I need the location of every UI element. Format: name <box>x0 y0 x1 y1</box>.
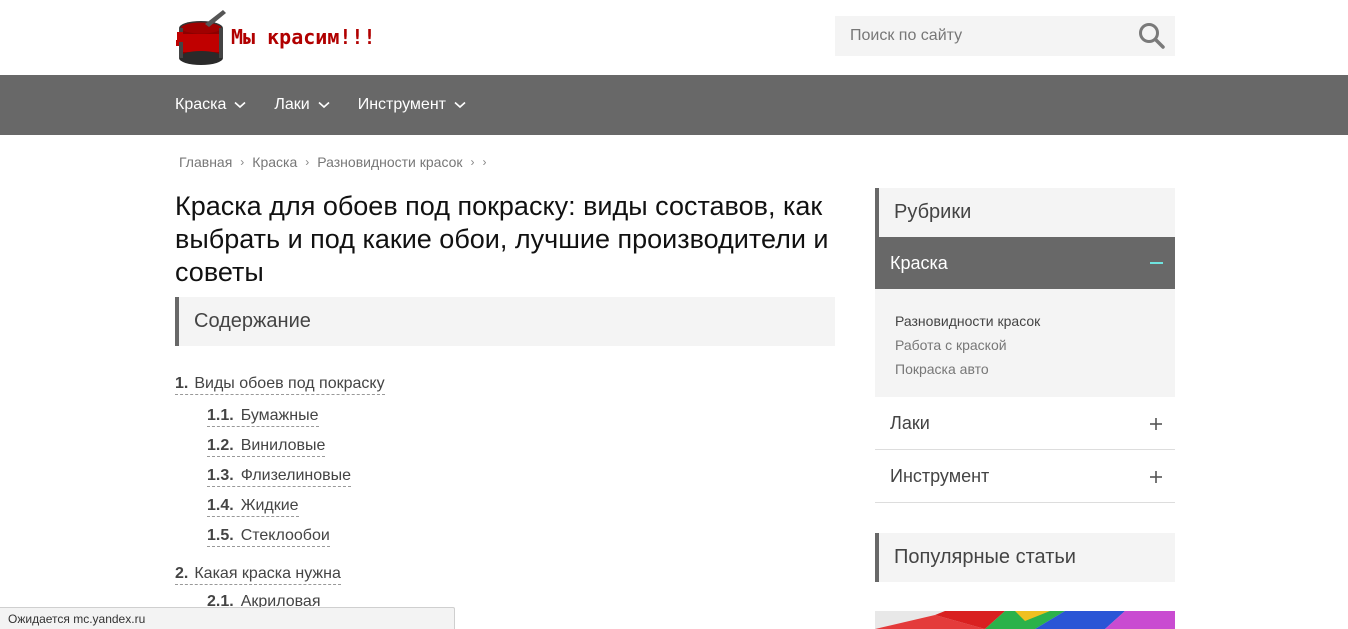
chevron-down-icon <box>318 101 330 109</box>
toc-label: Какая краска нужна <box>194 565 341 582</box>
main-nav: Краска Лаки Инструмент <box>0 75 1348 135</box>
toc-label: Стеклообои <box>240 527 330 544</box>
nav-item-label: Лаки <box>274 96 310 113</box>
toc-label: Флизелиновые <box>240 467 352 484</box>
nav-item-laki[interactable]: Лаки <box>274 96 330 114</box>
site-logo[interactable]: Мы красим!!! <box>175 8 376 66</box>
category-label: Инструмент <box>890 465 990 486</box>
breadcrumb-kraska[interactable]: Краска <box>252 154 297 170</box>
breadcrumb: Главная › Краска › Разновидности красок … <box>179 154 495 170</box>
toc-number: 1.2. <box>207 437 234 454</box>
toc-item: 1.2. Виниловые <box>175 432 835 462</box>
popular-article-image[interactable] <box>875 611 1175 629</box>
toc-link[interactable]: 1.1. Бумажные <box>207 407 319 427</box>
toc-item: 1.3. Флизелиновые <box>175 462 835 492</box>
toc-number: 1.3. <box>207 467 234 484</box>
toc-link[interactable]: 2. Какая краска нужна <box>175 565 341 585</box>
table-of-contents: 1. Виды обоев под покраску 1.1. Бумажные… <box>175 374 835 618</box>
breadcrumb-separator: › <box>470 155 475 169</box>
rubrics-heading: Рубрики <box>875 188 1175 237</box>
page-title: Краска для обоев под покраску: виды сост… <box>175 191 829 287</box>
category-instrument[interactable]: Инструмент <box>875 450 1175 503</box>
toc-link[interactable]: 1.5. Стеклообои <box>207 527 330 547</box>
category-label: Краска <box>890 252 948 273</box>
toc-number: 1.1. <box>207 407 234 424</box>
toc-label: Виниловые <box>240 437 326 454</box>
toc-label: Жидкие <box>240 497 299 514</box>
toc-item: 1.1. Бумажные <box>175 402 835 432</box>
nav-item-label: Инструмент <box>357 96 446 113</box>
subcategory-item[interactable]: Работа с краской <box>895 333 1175 357</box>
collapse-icon[interactable] <box>1150 262 1163 264</box>
toc-link[interactable]: 1.3. Флизелиновые <box>207 467 352 487</box>
nav-item-label: Краска <box>175 96 227 113</box>
nav-item-kraska[interactable]: Краска <box>175 96 246 114</box>
plus-icon[interactable] <box>1149 470 1163 484</box>
toc-heading: Содержание <box>175 297 835 346</box>
nav-item-instrument[interactable]: Инструмент <box>358 96 466 114</box>
toc-number: 1. <box>175 375 189 392</box>
browser-status-bar: Ожидается mc.yandex.ru <box>0 607 455 629</box>
breadcrumb-separator: › <box>305 155 310 169</box>
toc-label: Бумажные <box>240 407 319 424</box>
site-header: Мы красим!!! <box>0 0 1348 75</box>
breadcrumb-home[interactable]: Главная <box>179 154 232 170</box>
toc-number: 2. <box>175 565 189 582</box>
category-kraska[interactable]: Краска <box>875 237 1175 289</box>
popular-heading: Популярные статьи <box>875 533 1175 582</box>
search-input[interactable] <box>835 16 1125 56</box>
toc-item: 1. Виды обоев под покраску <box>175 374 835 396</box>
subcategory-item[interactable]: Покраска авто <box>895 357 1175 381</box>
toc-number: 1.4. <box>207 497 234 514</box>
plus-icon[interactable] <box>1149 417 1163 431</box>
search-box <box>835 16 1175 56</box>
logo-text: Мы красим!!! <box>231 25 376 49</box>
toc-link[interactable]: 1.2. Виниловые <box>207 437 326 457</box>
chevron-down-icon <box>234 101 246 109</box>
toc-item: 1.5. Стеклообои <box>175 522 835 552</box>
category-label: Лаки <box>890 412 930 433</box>
toc-number: 1.5. <box>207 527 234 544</box>
search-icon[interactable] <box>1137 21 1167 51</box>
subcategory-list: Разновидности красок Работа с краской По… <box>875 289 1175 397</box>
toc-label: Виды обоев под покраску <box>194 375 385 392</box>
chevron-down-icon <box>454 101 466 109</box>
toc-item: 2. Какая краска нужна <box>175 564 835 586</box>
category-laki[interactable]: Лаки <box>875 397 1175 450</box>
paint-can-icon <box>175 8 229 66</box>
breadcrumb-raznovidnosti[interactable]: Разновидности красок <box>317 154 462 170</box>
toc-item: 1.4. Жидкие <box>175 492 835 522</box>
toc-link[interactable]: 1.4. Жидкие <box>207 497 299 517</box>
subcategory-item[interactable]: Разновидности красок <box>895 309 1175 333</box>
breadcrumb-separator: › <box>240 155 245 169</box>
breadcrumb-separator: › <box>482 155 487 169</box>
toc-link[interactable]: 1. Виды обоев под покраску <box>175 375 385 395</box>
